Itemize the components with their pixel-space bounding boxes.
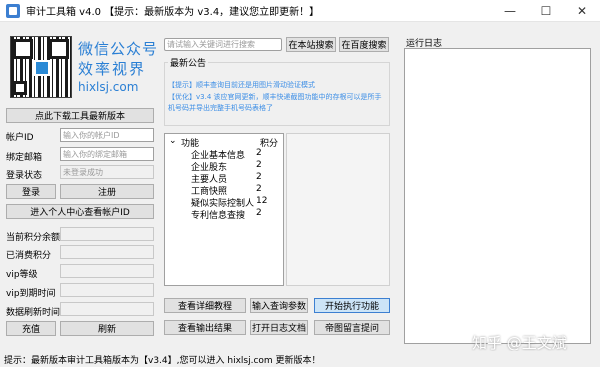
start-execute-button[interactable]: 开始执行功能 xyxy=(314,298,390,313)
tree-row-name: 专利信息查搜 xyxy=(191,211,246,221)
download-latest-button[interactable]: 点此下载工具最新版本 xyxy=(6,108,154,123)
notice-line-2: 【优化】v3.4 该应官网更新，顺丰快递截图功能中的存根可以是所手机号码并导出完… xyxy=(168,93,382,112)
used-points-label: 已消费积分 xyxy=(6,251,52,261)
tree-row-score: 2 xyxy=(256,184,262,194)
account-id-input[interactable]: 输入你的帐户ID xyxy=(60,128,154,142)
account-id-label: 帐户ID xyxy=(6,133,34,143)
tree-row[interactable]: 疑似实际控制人 12 xyxy=(165,196,283,209)
window-controls: — ☐ ✕ xyxy=(492,0,600,22)
refresh-time-label: 数据刷新时间 xyxy=(6,308,61,318)
chevron-down-icon[interactable]: ⌄ xyxy=(169,136,177,146)
notice-line-1: 【提示】顺丰查询目前还是用图片滑动验证模式 xyxy=(168,81,315,89)
login-button[interactable]: 登录 xyxy=(6,184,56,199)
close-icon[interactable]: ✕ xyxy=(564,0,600,22)
vip-level-field xyxy=(60,264,154,278)
view-output-button[interactable]: 查看输出结果 xyxy=(164,320,246,335)
brand-url-label: hixlsj.com xyxy=(78,80,139,94)
brand-wechat-label: 微信公众号 xyxy=(78,40,159,58)
function-detail-panel xyxy=(286,133,390,286)
balance-label: 当前积分余额 xyxy=(6,233,61,243)
tree-row[interactable]: 工商快照 2 xyxy=(165,184,283,197)
qr-code-icon xyxy=(10,36,72,98)
login-status-field: 未登录成功 xyxy=(60,165,154,179)
tree-header: ⌄ 功能 积分 xyxy=(169,136,281,149)
baidu-search-button[interactable]: 在百度搜索 xyxy=(339,37,389,52)
register-button[interactable]: 注册 xyxy=(60,184,154,199)
app-icon xyxy=(6,3,20,18)
window-title: 审计工具箱 v4.0 【提示：最新版本为 v3.4，建议您立即更新！】 xyxy=(26,7,320,18)
site-search-button[interactable]: 在本站搜索 xyxy=(286,37,336,52)
tree-row[interactable]: 企业基本信息 2 xyxy=(165,148,283,161)
brand-logo[interactable]: 微信公众号 效率视界 hixlsj.com xyxy=(10,36,160,100)
tree-row[interactable]: 企业股东 2 xyxy=(165,160,283,173)
log-textarea[interactable] xyxy=(404,48,591,344)
tree-row-score: 2 xyxy=(256,160,262,170)
email-input[interactable]: 输入你的绑定邮箱 xyxy=(60,147,154,161)
refresh-time-field xyxy=(60,302,154,316)
tree-row[interactable]: 专利信息查搜 2 xyxy=(165,208,283,221)
balance-field xyxy=(60,227,154,241)
status-bar: 提示：最新版本审计工具箱版本为【v3.4】,您可以进入 hixlsj.com 更… xyxy=(0,351,600,367)
search-input[interactable]: 请试输入关键词进行搜索 xyxy=(164,38,282,51)
tree-row-score: 2 xyxy=(256,172,262,182)
status-text: 提示：最新版本审计工具箱版本为【v3.4】,您可以进入 hixlsj.com 更… xyxy=(4,355,321,366)
used-points-field xyxy=(60,245,154,259)
tree-row[interactable]: 主要人员 2 xyxy=(165,172,283,185)
maximize-icon[interactable]: ☐ xyxy=(528,0,564,22)
tree-row-score: 12 xyxy=(256,196,268,206)
refresh-button[interactable]: 刷新 xyxy=(60,321,154,336)
zhihu-watermark: 知乎 @王文斌 xyxy=(472,334,567,352)
vip-level-label: vip等级 xyxy=(6,270,38,280)
user-center-button[interactable]: 进入个人中心查看帐户ID xyxy=(6,204,154,219)
notice-title: 最新公告 xyxy=(168,56,209,69)
recharge-button[interactable]: 充值 xyxy=(6,321,56,336)
tree-row-score: 2 xyxy=(256,148,262,158)
brand-name-label: 效率视界 xyxy=(78,60,147,78)
help-message-button[interactable]: 帝图留言提问 xyxy=(314,320,390,335)
login-status-label: 登录状态 xyxy=(6,171,43,181)
function-tree[interactable]: ⌄ 功能 积分 企业基本信息 2 企业股东 2 主要人员 2 工商快照 2 疑似… xyxy=(164,133,284,286)
open-log-button[interactable]: 打开日志文档 xyxy=(250,320,308,335)
view-tutorial-button[interactable]: 查看详细教程 xyxy=(164,298,246,313)
tree-row-score: 2 xyxy=(256,208,262,218)
title-bar: 审计工具箱 v4.0 【提示：最新版本为 v3.4，建议您立即更新！】 — ☐ … xyxy=(0,0,600,22)
vip-expire-field xyxy=(60,283,154,297)
input-params-button[interactable]: 输入查询参数 xyxy=(250,298,308,313)
minimize-icon[interactable]: — xyxy=(492,0,528,22)
vip-expire-label: vip到期时间 xyxy=(6,289,56,299)
email-label: 绑定邮箱 xyxy=(6,153,43,163)
